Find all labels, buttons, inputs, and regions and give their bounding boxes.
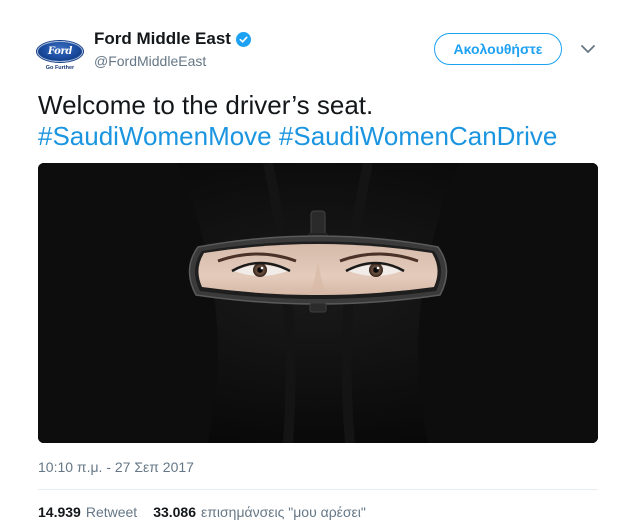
tweet-sentence: Welcome to the driver’s seat. xyxy=(38,90,374,120)
tweet-text: Welcome to the driver’s seat. #SaudiWome… xyxy=(38,90,608,152)
author-name-row[interactable]: Ford Middle East xyxy=(94,29,251,49)
display-name[interactable]: Ford Middle East xyxy=(94,29,231,49)
ford-logo: Ford xyxy=(37,41,83,62)
logo-text: Ford xyxy=(47,46,73,57)
divider xyxy=(38,489,598,490)
tweet-timestamp[interactable]: 10:10 π.μ. - 27 Σεπ 2017 xyxy=(38,459,194,475)
follow-button[interactable]: Ακολουθήστε xyxy=(434,33,562,65)
avatar[interactable]: Ford Go Further xyxy=(34,30,86,82)
retweet-count[interactable]: 14.939 xyxy=(38,504,81,520)
hashtag-link[interactable]: #SaudiWomenMove xyxy=(38,121,272,151)
retweet-label[interactable]: Retweet xyxy=(86,504,137,520)
hashtag-link[interactable]: #SaudiWomenCanDrive xyxy=(279,121,557,151)
like-count[interactable]: 33.086 xyxy=(153,504,196,520)
logo-tagline: Go Further xyxy=(45,65,75,71)
author-handle[interactable]: @FordMiddleEast xyxy=(94,53,206,69)
tweet-stats: 14.939 Retweet 33.086 επισημάνσεις "μου … xyxy=(38,504,366,520)
verified-badge-icon xyxy=(235,31,251,47)
like-label[interactable]: επισημάνσεις "μου αρέσει" xyxy=(201,504,366,520)
tweet-media-image[interactable] xyxy=(38,163,598,443)
chevron-down-icon[interactable] xyxy=(580,43,596,55)
